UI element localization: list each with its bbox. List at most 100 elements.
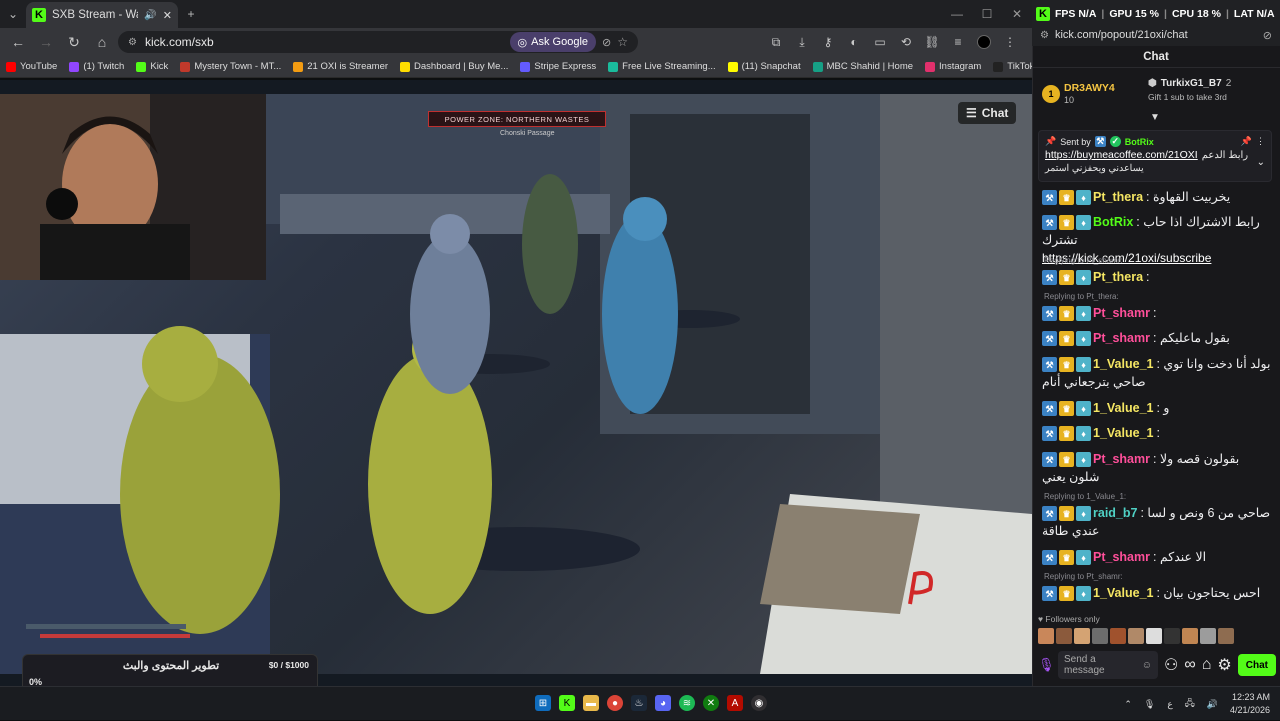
file-explorer-icon[interactable]: ▬ [583,695,599,711]
url-bar[interactable]: ⚙ kick.com/sxb ◎ Ask Google ⊘ ☆ [118,31,638,53]
tab-list-icon[interactable]: ⌄ [0,0,26,28]
minimize-button[interactable]: — [942,0,972,28]
reply-context[interactable]: Replying to Pt_shamr: [1044,256,1123,265]
eye-off-icon[interactable]: ⊘ [1263,29,1272,42]
history-icon[interactable]: ⟲ [896,32,916,52]
leaderboard-entry[interactable]: ⬢ TurkixG1_B7 2 Gift 1 sub to take 3rd [1148,78,1274,108]
expand-icon[interactable]: ⌄ [1257,157,1265,168]
forward-button[interactable]: → [34,30,58,54]
bookmark-item[interactable]: Instagram [925,61,981,72]
network-icon[interactable]: 🖧 [1185,696,1195,712]
emote-icon[interactable] [1038,628,1054,644]
emote-icon[interactable] [1200,628,1216,644]
bookmark-item[interactable]: 21 OXI is Streamer [293,61,388,72]
chat-message[interactable]: ⚒ ♛ ♦ 1_Value_1: احس يحتاجون بيان [1042,584,1272,602]
chat-username[interactable]: Pt_shamr [1093,306,1150,320]
profile-avatar[interactable] [974,32,994,52]
microphone-icon[interactable]: 🎙 [1038,657,1055,673]
chat-username[interactable]: BotRix [1093,215,1133,229]
chat-message[interactable]: ⚒ ♛ ♦ 1_Value_1: و [1042,399,1272,417]
reply-context[interactable]: Replying to Pt_thera: [1044,292,1119,301]
collapse-icon[interactable]: ▼ [1150,112,1160,123]
card-icon[interactable]: ▭ [870,32,890,52]
bookmark-item[interactable]: YouTube [6,61,57,72]
tray-chevron-icon[interactable]: ⌃ [1124,699,1132,710]
infinity-icon[interactable]: ∞ [1184,656,1195,674]
emoji-icon[interactable]: ☺ [1142,660,1152,671]
reply-context[interactable]: Replying to 1_Value_1: [1044,492,1126,501]
emote-icon[interactable] [1182,628,1198,644]
chat-message[interactable]: ⚒ ♛ ♦ Pt_thera: يخربيت القهاوة [1042,188,1272,206]
discord-icon[interactable]: ◕ [655,695,671,711]
bookmark-item[interactable]: Free Live Streaming... [608,61,716,72]
bookmark-item[interactable]: (11) Snapchat [727,61,801,72]
password-icon[interactable]: ⚷ [818,32,838,52]
mic-tray-icon[interactable]: 🎙 [1144,699,1155,710]
emote-icon[interactable] [1128,628,1144,644]
chat-username[interactable]: 1_Value_1 [1093,357,1153,371]
chat-input[interactable]: Send a message ☺ [1058,651,1158,679]
bookmark-item[interactable]: Stripe Express [520,61,596,72]
emote-icon[interactable] [1146,628,1162,644]
xbox-icon[interactable]: ✕ [703,695,719,711]
kick-app-icon[interactable]: K [559,695,575,711]
site-info-icon[interactable]: ⚙ [128,37,137,48]
chat-username[interactable]: 1_Value_1 [1093,426,1153,440]
new-tab-button[interactable]: + [178,0,204,28]
bookmark-item[interactable]: Dashboard | Buy Me... [400,61,508,72]
emote-icon[interactable] [1164,628,1180,644]
ask-google-button[interactable]: ◎ Ask Google [509,32,597,52]
send-chat-button[interactable]: Chat [1237,654,1276,676]
chat-message[interactable]: ⚒ ♛ ♦ 1_Value_1: بولد أنا دخت وانا توي صاحي… [1042,355,1272,391]
eye-off-icon[interactable]: ⊘ [602,36,611,49]
chat-url-bar[interactable]: ⚙ kick.com/popout/21oxi/chat ⊘ [1032,24,1280,46]
tab-close-icon[interactable]: ✕ [163,9,172,22]
clock[interactable]: 12:23 AM 4/21/2026 [1230,691,1270,717]
start-menu-icon[interactable]: ⊞ [535,695,551,711]
chat-username[interactable]: raid_b7 [1093,506,1137,520]
group-icon[interactable]: ⚇ [1164,655,1178,675]
adobe-icon[interactable]: A [727,695,743,711]
more-icon[interactable]: ⋮ [1256,136,1265,147]
close-window-button[interactable]: ✕ [1002,0,1032,28]
bookmark-item[interactable]: MBC Shahid | Home [812,61,913,72]
bookmark-item[interactable]: (1) Twitch [69,61,124,72]
media-icon[interactable]: ≡ [948,32,968,52]
chat-message[interactable]: ⚒ ♛ ♦ Pt_thera: [1042,268,1272,286]
unpin-icon[interactable]: 📌 [1241,136,1252,147]
menu-icon[interactable]: ⋮ [1000,32,1020,52]
lens-icon-2[interactable]: ◐ [844,32,864,52]
link-icon[interactable]: ⛓ [922,32,942,52]
chat-toggle-button[interactable]: ☰ Chat [958,102,1017,124]
chat-username[interactable]: 1_Value_1 [1093,586,1153,600]
back-button[interactable]: ← [6,30,30,54]
spotify-icon[interactable]: ≋ [679,695,695,711]
home-button[interactable]: ⌂ [90,30,114,54]
maximize-button[interactable]: ☐ [972,0,1002,28]
chat-message[interactable]: ⚒ ♛ ♦ raid_b7: صاحي من 6 ونص و لسا عندي طاق… [1042,504,1272,540]
extensions-icon[interactable]: ⧉ [766,32,786,52]
chat-username[interactable]: Pt_shamr [1093,331,1150,345]
emote-icon[interactable] [1218,628,1234,644]
emote-icon[interactable] [1110,628,1126,644]
download-icon[interactable]: ⤓ [792,32,812,52]
tab-active[interactable]: K SXB Stream - Watch Live on Kick 🔊 ✕ [26,2,178,28]
chat-username[interactable]: Pt_thera [1093,190,1143,204]
emote-icon[interactable] [1092,628,1108,644]
emote-icon[interactable] [1056,628,1072,644]
bookmark-item[interactable]: Kick [136,61,168,72]
volume-icon[interactable]: 🔊 [1207,699,1218,710]
steam-icon[interactable]: ♨ [631,695,647,711]
reply-context[interactable]: Replying to Pt_shamr: [1044,572,1123,581]
bookmark-item[interactable]: Mystery Town - MT... [180,61,281,72]
chat-username[interactable]: Pt_shamr [1093,550,1150,564]
speaker-icon[interactable]: 🔊 [144,10,156,21]
reload-button[interactable]: ↻ [62,30,86,54]
store-icon[interactable]: ⌂ [1202,656,1212,674]
settings-gear-icon[interactable]: ⚙ [1217,655,1231,675]
bookmark-star-icon[interactable]: ☆ [617,35,628,49]
chat-username[interactable]: Pt_shamr [1093,452,1150,466]
chat-message[interactable]: ⚒ ♛ ♦ Pt_shamr: الا عندكم [1042,548,1272,566]
input-language[interactable]: ع [1167,699,1172,710]
chat-username[interactable]: 1_Value_1 [1093,401,1153,415]
